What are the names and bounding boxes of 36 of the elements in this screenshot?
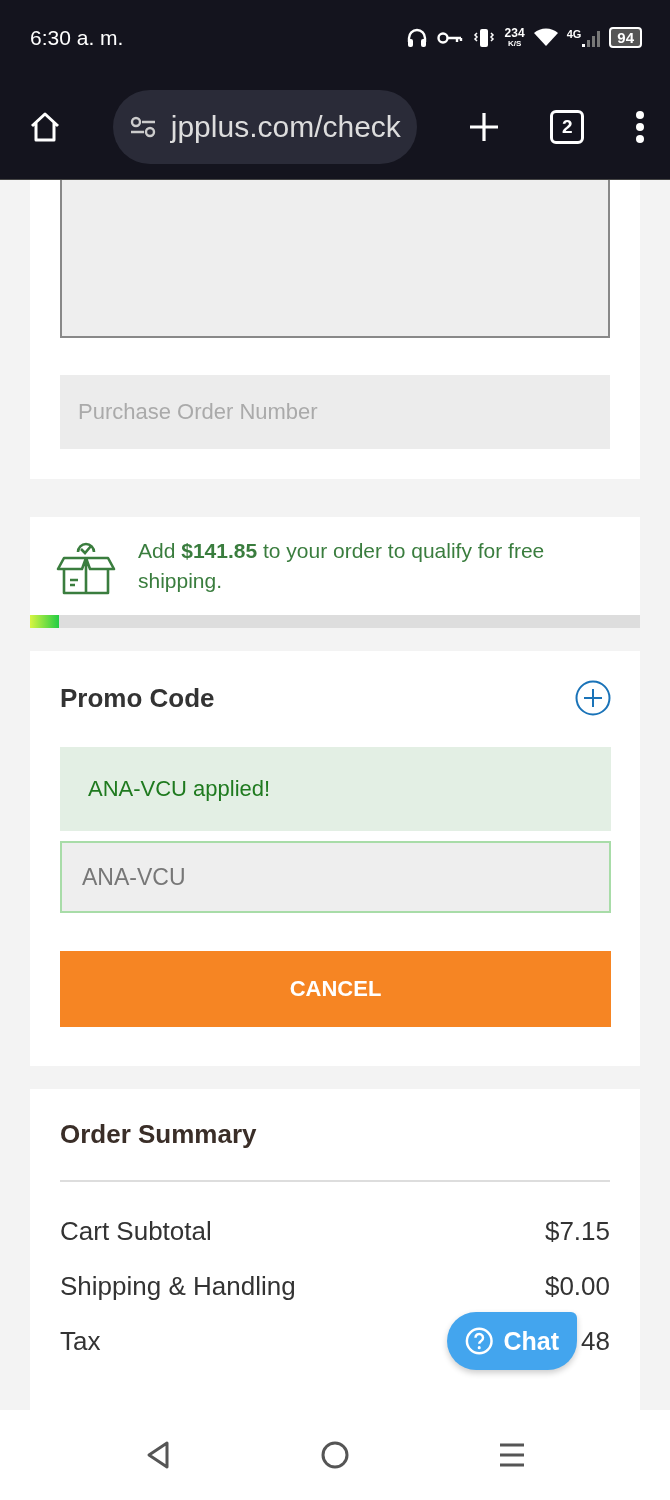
speed-value: 234 bbox=[504, 27, 525, 39]
menu-icon[interactable] bbox=[635, 110, 645, 144]
new-tab-icon[interactable] bbox=[467, 111, 500, 143]
network-type: 4G bbox=[566, 27, 582, 40]
summary-value: $7.15 bbox=[544, 1216, 610, 1247]
summary-label: Cart Subtotal bbox=[60, 1216, 212, 1247]
cancel-button[interactable]: CANCEL bbox=[60, 951, 611, 1027]
address-bar[interactable]: jpplus.com/check bbox=[112, 90, 417, 164]
key-icon bbox=[436, 29, 463, 46]
wifi-icon bbox=[533, 27, 558, 48]
home-icon[interactable] bbox=[28, 110, 62, 144]
speed-unit: K/S bbox=[507, 38, 522, 48]
home-circle-icon[interactable] bbox=[321, 1441, 349, 1469]
comment-field[interactable] bbox=[60, 180, 610, 338]
headphones-icon bbox=[405, 26, 428, 49]
free-shipping-message: Add $141.85 to your order to qualify for free shipping. bbox=[138, 538, 546, 594]
site-settings-icon[interactable] bbox=[128, 115, 157, 139]
battery-indicator: 94 bbox=[609, 27, 642, 48]
recents-icon[interactable] bbox=[499, 1442, 525, 1468]
summary-value: $0.00 bbox=[544, 1271, 610, 1302]
plus-circle-icon[interactable] bbox=[575, 680, 611, 716]
back-icon[interactable] bbox=[145, 1440, 171, 1470]
status-time: 6:30 a. m. bbox=[30, 25, 124, 50]
help-icon bbox=[465, 1326, 494, 1356]
url-text: jpplus.com/check bbox=[170, 110, 401, 144]
vibrate-icon bbox=[471, 26, 496, 49]
promo-applied-notice: ANA-VCU applied! bbox=[60, 747, 611, 831]
summary-value: 48 bbox=[581, 1326, 610, 1357]
purchase-order-field[interactable]: Purchase Order Number bbox=[60, 375, 610, 449]
chat-button[interactable]: Chat bbox=[447, 1312, 577, 1370]
summary-label: Shipping & Handling bbox=[60, 1271, 296, 1302]
promo-code-field[interactable]: ANA-VCU bbox=[60, 841, 611, 913]
order-summary-title: Order Summary bbox=[60, 1119, 610, 1182]
summary-label: Tax bbox=[60, 1326, 101, 1357]
tab-count-button[interactable]: 2 bbox=[550, 110, 585, 144]
promo-code-title: Promo Code bbox=[60, 682, 215, 714]
